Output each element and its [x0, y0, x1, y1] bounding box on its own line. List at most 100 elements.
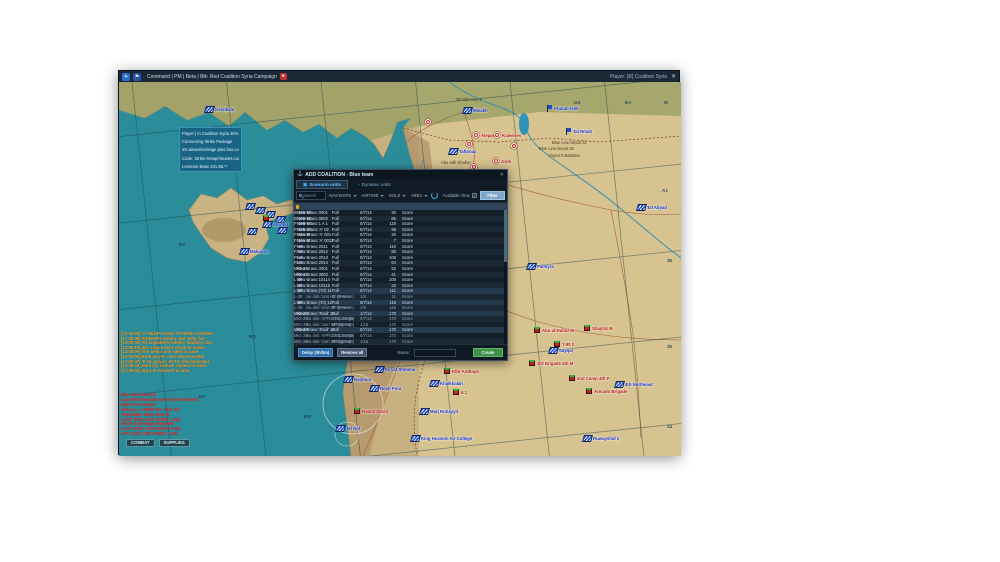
- unit-label: Naqoura: [354, 377, 372, 382]
- unit-icon: [255, 207, 266, 214]
- available-time-toggle[interactable]: Available Time ✓: [443, 193, 477, 198]
- unit-marker[interactable]: Ruwayshid 2: [582, 435, 619, 442]
- units-table-body: New Bravo 0001 B-100-10 Full 0/7/14 30 S…: [294, 210, 507, 344]
- unit-marker[interactable]: [425, 119, 433, 125]
- unit-marker[interactable]: 4th Northeast: [614, 381, 653, 388]
- combat-button[interactable]: COMBAT: [126, 439, 155, 447]
- unit-marker[interactable]: T-90 2: [554, 341, 574, 347]
- unit-marker[interactable]: Tal Rmah: [566, 128, 592, 135]
- unit-icon: [453, 389, 459, 395]
- unit-marker[interactable]: Abu al-Duhur M: [534, 327, 574, 333]
- unit-marker[interactable]: Tel Nof: [335, 425, 360, 432]
- supplies-button[interactable]: SUPPLIES: [158, 439, 190, 447]
- dialog-footer: Delay (0h/0m) Remove all Name: Create: [294, 344, 507, 360]
- record-icon[interactable]: ●: [279, 73, 287, 80]
- unit-icon: [369, 385, 380, 392]
- unit-label: King Hussein Air College: [421, 436, 473, 441]
- unit-marker[interactable]: Palmyra: [526, 263, 554, 270]
- unit-marker[interactable]: Makarios: [239, 248, 269, 255]
- unit-marker[interactable]: 2nd Camp 4th P: [569, 375, 609, 381]
- dropdown-label: AIRTIME: [361, 193, 379, 198]
- grid-label: BV: [179, 242, 186, 247]
- unit-icon: [566, 128, 571, 135]
- unit-marker[interactable]: King Hussein Air College: [410, 435, 473, 442]
- unit-marker[interactable]: [247, 228, 258, 235]
- chevron-down-icon: [352, 194, 357, 197]
- unit-icon: [429, 380, 440, 387]
- unit-icon: [354, 408, 360, 414]
- unit-label: T-90 2: [562, 341, 575, 347]
- search-input[interactable]: Search: [296, 191, 326, 200]
- unit-marker[interactable]: Taftanaz: [448, 148, 477, 155]
- unit-marker[interactable]: Minakh: [462, 107, 488, 114]
- unit-label: Kuweires: [502, 132, 522, 138]
- app-flag-icon[interactable]: ⚑: [133, 72, 141, 81]
- filter-dropdown[interactable]: ROLE: [389, 193, 406, 198]
- filter-dropdown[interactable]: AIRTIME: [362, 193, 384, 198]
- info-line: ats.airwarriorstage.plus.box.com: [182, 147, 239, 153]
- unit-marker[interactable]: Tal Abyad: [636, 204, 667, 211]
- unit-icon: [586, 388, 592, 394]
- unit-marker[interactable]: [466, 141, 474, 147]
- unit-icon: [494, 132, 500, 138]
- unit-marker[interactable]: 9.1: [453, 389, 467, 395]
- dialog-close-icon[interactable]: ✕: [500, 172, 504, 178]
- unit-icon: [569, 375, 575, 381]
- unit-marker[interactable]: 3rd Brigade 4th M: [529, 360, 573, 366]
- unit-marker[interactable]: [277, 227, 288, 234]
- name-input[interactable]: [414, 348, 457, 357]
- alert-log: Mia raid removed Last left from twin serv…: [121, 392, 321, 437]
- unit-marker[interactable]: Jirah: [493, 158, 511, 164]
- unit-marker[interactable]: Naqoura: [343, 376, 372, 383]
- unit-icon: [419, 408, 430, 415]
- grid-label: 36: [667, 258, 673, 263]
- unit-marker[interactable]: Armado Brigade: [586, 388, 627, 394]
- unit-icon: [548, 347, 559, 354]
- place-label: Abu adh Dhuhur: [441, 160, 471, 165]
- unit-marker[interactable]: Kharab Ishk: [547, 105, 579, 112]
- unit-marker[interactable]: [263, 215, 271, 221]
- unit-marker[interactable]: Akrotiri: [262, 221, 288, 228]
- available-time-checkbox[interactable]: ✓: [471, 193, 477, 198]
- unit-marker[interactable]: Shayrat M: [584, 325, 613, 331]
- filter-dropdown[interactable]: NAV/SHIPS: [329, 193, 357, 198]
- table-scrollbar[interactable]: [504, 210, 507, 344]
- unit-icon: [614, 381, 625, 388]
- unit-marker[interactable]: Aleppo: [473, 132, 496, 138]
- unit-label: Taftanaz: [459, 149, 477, 154]
- unit-marker[interactable]: Khalkhalah: [429, 380, 463, 387]
- unit-label: 9.1: [461, 389, 467, 395]
- unit-icon: [247, 228, 258, 235]
- available-time-label: Available Time: [442, 193, 470, 198]
- chevron-down-icon: [401, 194, 406, 197]
- unit-marker[interactable]: Kuweires: [494, 132, 521, 138]
- unit-icon: [529, 360, 535, 366]
- unit-marker[interactable]: Marj Ruhayyil: [419, 408, 458, 415]
- unit-marker[interactable]: [511, 143, 519, 149]
- unit-marker[interactable]: Sayqal: [548, 347, 573, 354]
- create-button[interactable]: Create: [473, 348, 503, 357]
- dialog-tab[interactable]: ◔ Dynamic units: [350, 180, 398, 189]
- unit-marker[interactable]: [255, 207, 266, 214]
- unit-marker[interactable]: Kiryat Shmona: [374, 366, 415, 373]
- unit-marker[interactable]: Gecitkale: [204, 106, 234, 113]
- unit-icon: [473, 132, 479, 138]
- scrollbar-thumb[interactable]: [504, 210, 507, 262]
- dialog-tab[interactable]: ▣ Scenario units: [296, 180, 348, 189]
- filter-dropdown[interactable]: AREA: [411, 193, 428, 198]
- window-close-icon[interactable]: ✕: [671, 74, 676, 80]
- window-titlebar: ✈ ⚑ Command | PM | Beta | Blk: Red Coali…: [119, 71, 679, 82]
- app-plane-icon[interactable]: ✈: [122, 72, 130, 81]
- chevron-down-icon: [379, 194, 384, 197]
- unit-marker[interactable]: Kfar Anthaya: [444, 368, 479, 374]
- filter-button[interactable]: Filter: [479, 191, 505, 200]
- unit-marker[interactable]: Rosh Pina: [369, 385, 401, 392]
- unit-marker[interactable]: Ramat David: [354, 408, 388, 414]
- dropdown-label: NAV/SHIPS: [329, 193, 352, 198]
- tab-icon: ◔: [357, 182, 360, 187]
- refresh-icon[interactable]: [430, 192, 438, 199]
- delay-button[interactable]: Delay (0h/0m): [298, 348, 334, 357]
- remove-all-button[interactable]: Remove all: [337, 348, 368, 357]
- unit-marker[interactable]: [245, 203, 256, 210]
- dialog-header[interactable]: ⚓ ADD COALITION - Blue team ✕: [294, 170, 507, 179]
